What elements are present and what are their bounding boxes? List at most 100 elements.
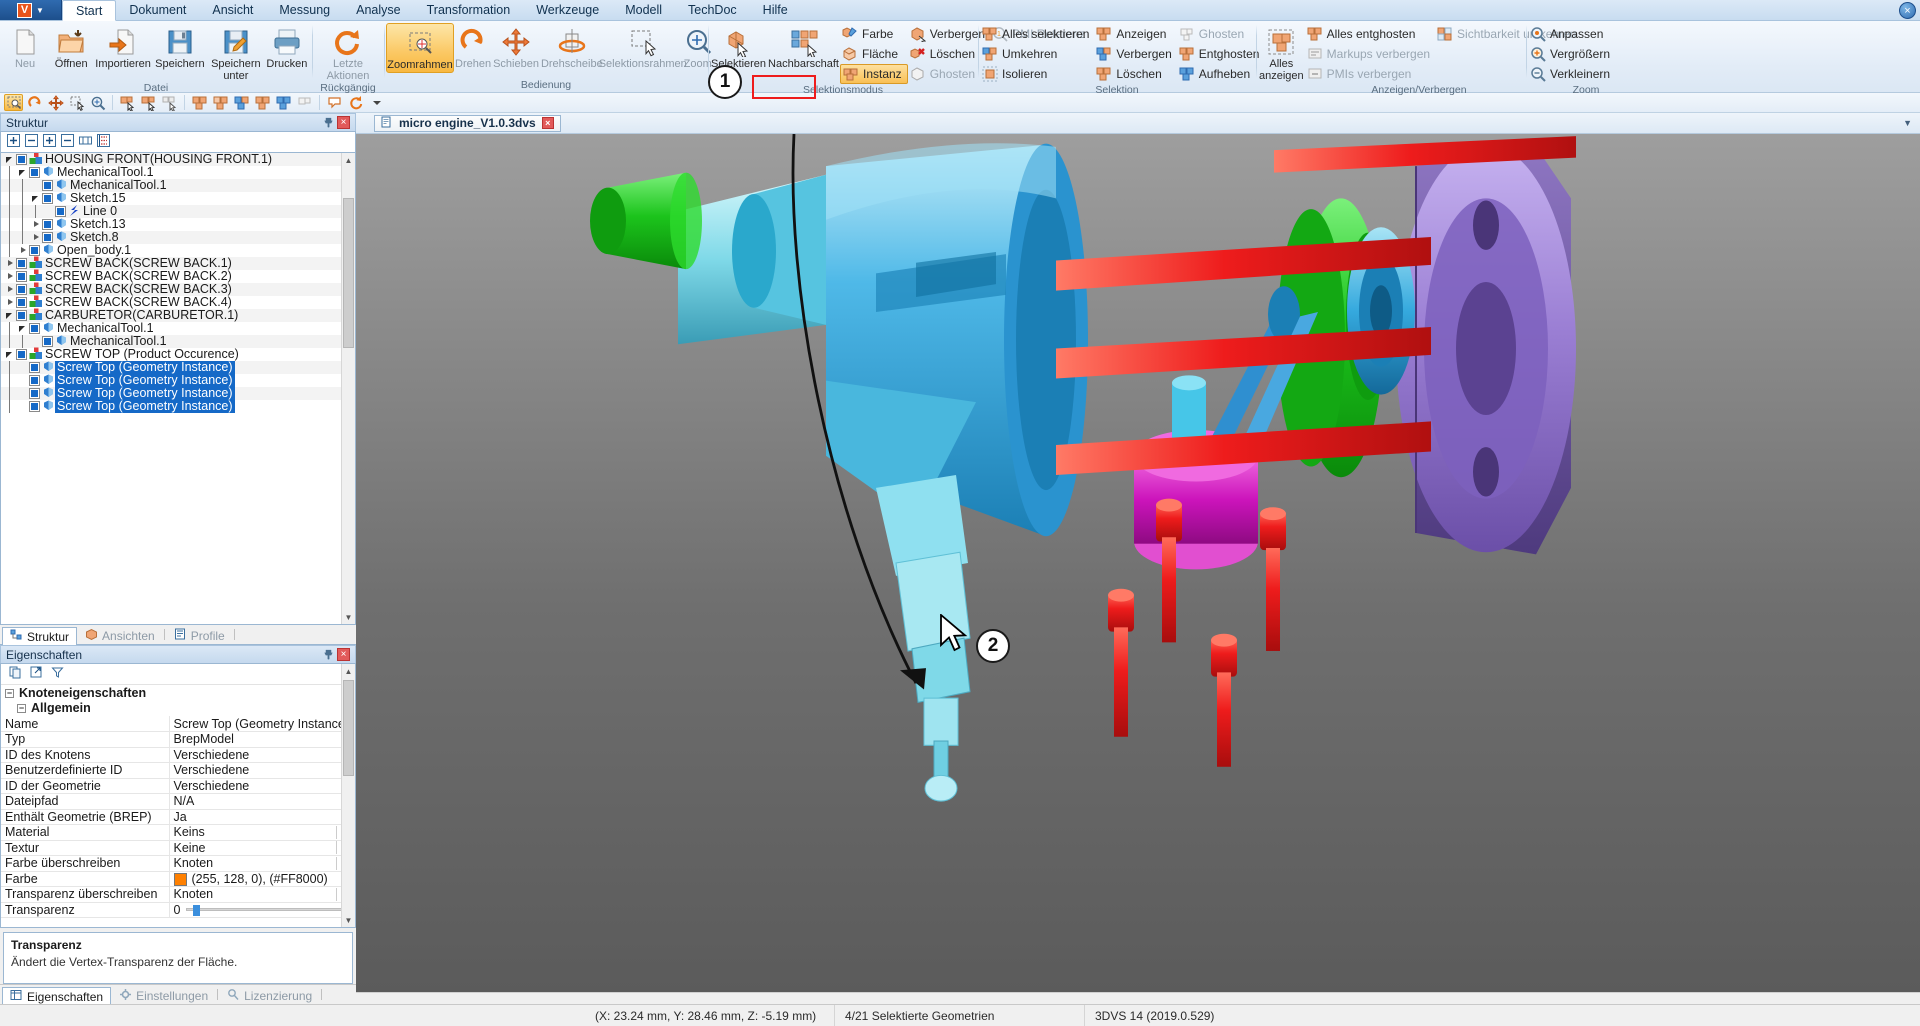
filter-icon[interactable] (51, 666, 64, 682)
quick-dropdown-icon[interactable] (367, 94, 386, 111)
tree-visibility-checkbox[interactable] (42, 219, 53, 230)
tree-visibility-checkbox[interactable] (16, 284, 27, 295)
ribbon-button-ghosten-sel[interactable]: Ghosten (1177, 24, 1265, 44)
property-row[interactable]: ID des Knotens Verschiedene (1, 747, 355, 763)
quick-select-part-icon[interactable] (118, 94, 137, 111)
pin-icon[interactable] (322, 648, 335, 661)
copy-icon[interactable] (9, 666, 22, 682)
tree-expander[interactable] (16, 244, 29, 257)
tree-visibility-checkbox[interactable] (16, 349, 27, 360)
tree-expander[interactable] (29, 218, 42, 231)
tree-expander[interactable] (3, 296, 16, 309)
ribbon-button-selektionsrahmen[interactable]: Selektionsrahmen (599, 23, 687, 71)
ribbon-button-selektieren[interactable]: Selektieren (710, 23, 767, 71)
application-menu-button[interactable]: V ▼ (0, 0, 62, 20)
collapse-all-icon[interactable] (25, 134, 38, 150)
tree-visibility-checkbox[interactable] (29, 388, 40, 399)
property-group-header[interactable]: − Knoteneigenschaften (1, 685, 355, 701)
ribbon-button-neu[interactable]: Neu (2, 23, 48, 71)
tree-visibility-checkbox[interactable] (29, 375, 40, 386)
property-row[interactable]: Enthält Geometrie (BREP) Ja (1, 809, 355, 825)
tree-visibility-checkbox[interactable] (42, 336, 53, 347)
quick-isolate-icon[interactable] (274, 94, 293, 111)
quick-show-icon[interactable] (232, 94, 251, 111)
fit-columns-icon[interactable] (79, 134, 92, 150)
tree-expander[interactable] (16, 387, 29, 400)
menu-item-analyse[interactable]: Analyse (343, 0, 413, 20)
ribbon-button-verbergen-sel[interactable]: Verbergen (1094, 44, 1176, 64)
ribbon-button-schieben[interactable]: Schieben (492, 23, 540, 71)
scroll-thumb[interactable] (343, 680, 354, 776)
ribbon-button-drehscheibe[interactable]: Drehscheibe (540, 23, 604, 71)
quick-neighbourhood-icon[interactable] (139, 94, 158, 111)
ribbon-button-drehen[interactable]: Drehen (454, 23, 492, 71)
quick-instance-select-icon[interactable] (160, 94, 179, 111)
tree-expander[interactable] (16, 400, 29, 413)
tree-visibility-checkbox[interactable] (55, 206, 66, 217)
tree-expander[interactable] (29, 231, 42, 244)
property-value-cell[interactable]: Knoten▼ (169, 855, 355, 872)
properties-scrollbar[interactable]: ▲ ▼ (341, 664, 355, 927)
property-row[interactable]: MaterialKeins▼ (1, 824, 355, 841)
quick-zoom-icon[interactable] (88, 94, 107, 111)
expand-selection-icon[interactable] (43, 134, 56, 150)
ribbon-button-farbe[interactable]: Farbe (840, 24, 908, 44)
tree-visibility-checkbox[interactable] (42, 193, 53, 204)
scroll-up-icon[interactable]: ▲ (342, 664, 355, 678)
ribbon-button-speichern-unter[interactable]: Speichern unter (208, 23, 264, 82)
tab-eigenschaften[interactable]: Eigenschaften (2, 987, 112, 1005)
window-close-button[interactable]: × (1899, 2, 1916, 19)
pin-icon[interactable] (322, 116, 335, 129)
tree-expander[interactable] (3, 270, 16, 283)
tree-visibility-checkbox[interactable] (29, 362, 40, 373)
tree-expander[interactable] (3, 153, 16, 166)
quick-ghost-icon[interactable] (295, 94, 314, 111)
tree-expander[interactable] (29, 192, 42, 205)
ribbon-button-anzeigen[interactable]: Anzeigen (1094, 24, 1176, 44)
tree-visibility-checkbox[interactable] (29, 401, 40, 412)
tree-expander[interactable] (3, 348, 16, 361)
tree-expander[interactable] (29, 335, 42, 348)
scroll-thumb[interactable] (343, 198, 354, 348)
quick-refresh-icon[interactable] (346, 94, 365, 111)
ribbon-button-loeschen-sel[interactable]: Löschen (1094, 64, 1176, 84)
ribbon-button-instanz[interactable]: Instanz (839, 64, 908, 84)
ribbon-button-umkehren[interactable]: Umkehren (980, 44, 1094, 64)
menu-item-start[interactable]: Start (62, 0, 117, 21)
ribbon-button-markups-verbergen[interactable]: Markups verbergen (1305, 44, 1435, 64)
collapse-icon[interactable]: − (5, 688, 14, 698)
ribbon-button-verkleinern[interactable]: Verkleinern (1528, 64, 1615, 84)
tree-visibility-checkbox[interactable] (16, 297, 27, 308)
collapse-icon[interactable]: − (17, 704, 26, 714)
tree-visibility-checkbox[interactable] (16, 310, 27, 321)
ribbon-button-nachbarschaft[interactable]: Nachbarschaft (767, 23, 840, 71)
tree-visibility-checkbox[interactable] (42, 180, 53, 191)
ribbon-button-alles-anzeigen[interactable]: Alles anzeigen (1258, 23, 1305, 82)
tree-expander[interactable] (3, 309, 16, 322)
3d-viewport-canvas[interactable]: 2 (356, 134, 1920, 992)
viewport-horizontal-scrollbar[interactable] (356, 992, 1920, 1004)
transparency-slider[interactable] (186, 905, 351, 917)
ribbon-button-flaeche[interactable]: Fläche (840, 44, 908, 64)
scroll-down-icon[interactable]: ▼ (342, 913, 355, 927)
menu-item-ansicht[interactable]: Ansicht (199, 0, 266, 20)
ribbon-button-zoomrahmen[interactable]: Zoomrahmen (386, 23, 454, 73)
tab-profile[interactable]: Profile (166, 627, 233, 644)
ribbon-button-entghosten[interactable]: Entghosten (1177, 44, 1265, 64)
structure-tree-container[interactable]: HOUSING FRONT(HOUSING FRONT.1) Mechanical… (0, 152, 356, 625)
quick-pan-icon[interactable] (46, 94, 65, 111)
menu-item-modell[interactable]: Modell (612, 0, 675, 20)
ribbon-button-drucken[interactable]: Drucken (264, 23, 310, 71)
ribbon-button-oeffnen[interactable]: Öffnen (48, 23, 94, 71)
ribbon-button-alles-selektieren[interactable]: Alles selektieren (980, 24, 1094, 44)
ribbon-button-aufheben[interactable]: Aufheben (1177, 64, 1265, 84)
tree-visibility-checkbox[interactable] (29, 167, 40, 178)
close-icon[interactable]: × (337, 116, 350, 129)
document-tab-close-icon[interactable]: × (541, 117, 554, 129)
menu-item-transformation[interactable]: Transformation (414, 0, 524, 20)
tree-visibility-checkbox[interactable] (29, 245, 40, 256)
quick-selection-frame-icon[interactable] (67, 94, 86, 111)
quick-markup-icon[interactable] (325, 94, 344, 111)
property-row[interactable]: ID der Geometrie Verschiedene (1, 778, 355, 794)
export-icon[interactable] (30, 666, 43, 682)
